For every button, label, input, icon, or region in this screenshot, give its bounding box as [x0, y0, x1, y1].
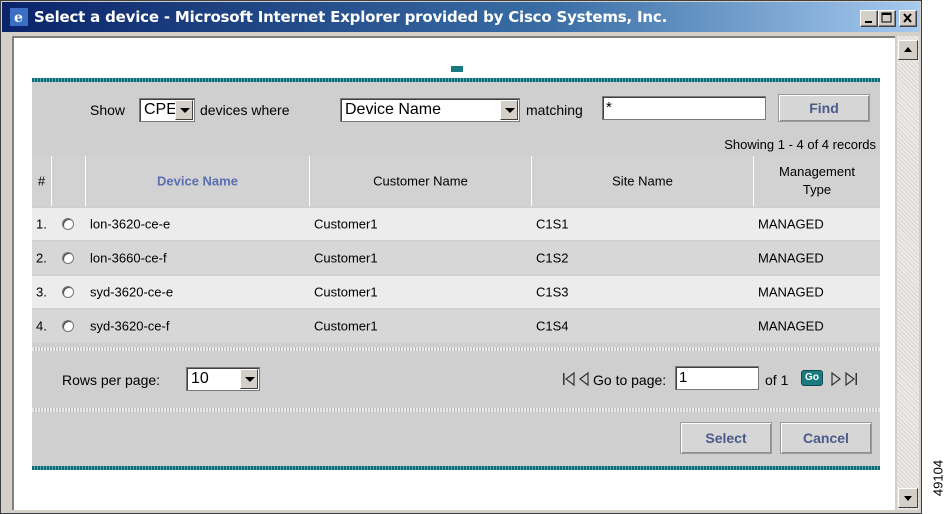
go-button[interactable]: Go: [801, 370, 823, 386]
maximize-button[interactable]: [878, 10, 896, 27]
first-page-icon[interactable]: [562, 371, 576, 387]
footer-divider: [32, 408, 880, 412]
field-value: Device Name: [345, 101, 442, 118]
cancel-button[interactable]: Cancel: [780, 422, 872, 454]
match-value: *: [606, 99, 612, 116]
scroll-down-button[interactable]: [898, 488, 918, 508]
show-label: Show: [90, 102, 126, 118]
down-arrow-icon: [904, 496, 912, 501]
figure-id: 49104: [930, 459, 946, 497]
filter-bar: Show CPE devices where Device Name match…: [32, 88, 880, 132]
minimize-button[interactable]: [860, 10, 878, 27]
chevron-down-icon[interactable]: [175, 100, 193, 120]
find-button[interactable]: Find: [778, 94, 870, 122]
page-number-value: 1: [679, 369, 688, 386]
bottom-divider: [32, 466, 880, 470]
table-row[interactable]: 1. lon-3620-ce-e Customer1 C1S1 MANAGED: [32, 208, 880, 240]
last-page-icon[interactable]: [844, 371, 858, 387]
field-select[interactable]: Device Name: [340, 98, 520, 122]
window-title: Select a device - Microsoft Internet Exp…: [34, 8, 668, 26]
table-header: # Device Name Customer Name Site Name Ma…: [32, 156, 880, 206]
up-arrow-icon: [904, 47, 912, 52]
rows-per-page-select[interactable]: 10: [186, 367, 260, 391]
scroll-up-button[interactable]: [898, 40, 918, 60]
top-divider: [32, 78, 880, 82]
close-icon: [903, 13, 912, 23]
table-row[interactable]: 3. syd-3620-ce-e Customer1 C1S3 MANAGED: [32, 276, 880, 308]
table-row[interactable]: 2. lon-3660-ce-f Customer1 C1S2 MANAGED: [32, 242, 880, 274]
title-bar[interactable]: e Select a device - Microsoft Internet E…: [2, 2, 920, 32]
col-mgmt-header: Management Type: [754, 156, 880, 206]
page-total-label: of 1: [765, 372, 789, 388]
col-site-header: Site Name: [532, 156, 754, 206]
match-input[interactable]: *: [602, 96, 766, 120]
col-select-header: [52, 156, 86, 206]
rows-per-page-value: 10: [191, 370, 209, 387]
minimize-icon: [865, 21, 872, 23]
col-num-header: #: [32, 156, 52, 206]
rows-per-page-label: Rows per page:: [62, 372, 161, 388]
table-divider: [32, 347, 880, 351]
next-page-icon[interactable]: [830, 371, 842, 387]
go-to-page-label: Go to page:: [593, 372, 667, 388]
page-number-input[interactable]: 1: [675, 366, 759, 390]
matching-label: matching: [526, 102, 583, 118]
devices-where-label: devices where: [200, 102, 290, 118]
col-customer-header: Customer Name: [310, 156, 532, 206]
col-device-header[interactable]: Device Name: [86, 156, 310, 206]
internet-explorer-icon: e: [10, 8, 28, 26]
chevron-down-icon[interactable]: [500, 100, 518, 120]
vertical-scrollbar[interactable]: [897, 36, 919, 510]
close-button[interactable]: [899, 10, 917, 27]
row-radio[interactable]: [62, 286, 74, 298]
svg-text:e: e: [14, 10, 23, 26]
previous-page-icon[interactable]: [578, 371, 590, 387]
maximize-icon: [881, 12, 892, 23]
row-radio[interactable]: [62, 218, 74, 230]
device-type-select[interactable]: CPE: [139, 98, 195, 122]
table-row[interactable]: 4. syd-3620-ce-f Customer1 C1S4 MANAGED: [32, 310, 880, 342]
row-radio[interactable]: [62, 320, 74, 332]
device-selector-panel: Show CPE devices where Device Name match…: [32, 78, 880, 470]
row-radio[interactable]: [62, 252, 74, 264]
chevron-down-icon[interactable]: [240, 369, 258, 389]
record-count: Showing 1 - 4 of 4 records: [724, 137, 876, 152]
panel-grip-handle[interactable]: [451, 66, 463, 72]
device-type-value: CPE: [144, 101, 177, 118]
select-button[interactable]: Select: [680, 422, 772, 454]
